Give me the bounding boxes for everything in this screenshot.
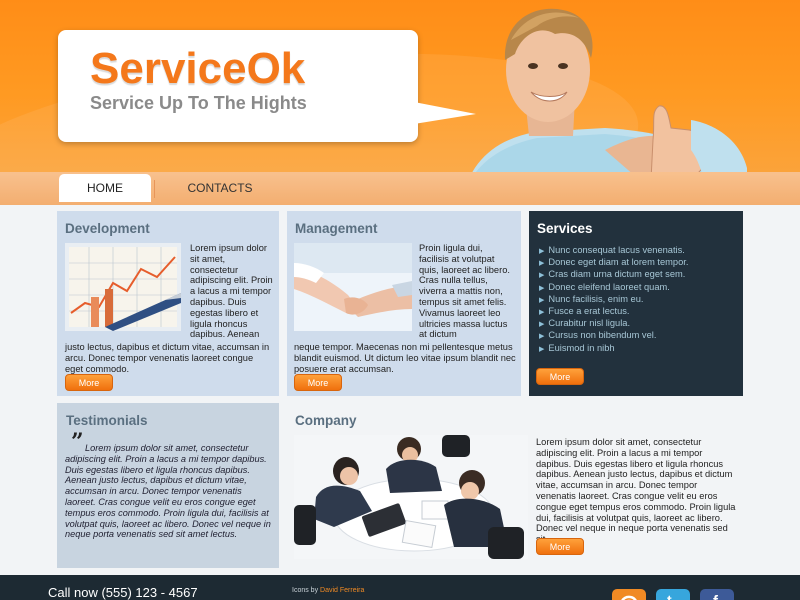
logo-bubble: ServiceOk Service Up To The Hights (58, 30, 476, 142)
company-panel: Company Lorem ipsum dolor sit amet, cons… (287, 403, 743, 568)
arrow-right-icon: ▶ (539, 272, 545, 280)
development-title: Development (65, 221, 150, 236)
services-title: Services (537, 221, 593, 236)
services-list-item[interactable]: ▶ Nunc consequat lacus venenatis. (539, 245, 688, 257)
management-title: Management (295, 221, 378, 236)
services-list-item[interactable]: ▶ Curabitur nisl ligula. (539, 318, 688, 330)
testimonial-text: Lorem ipsum dolor sit amet, consectetur … (65, 443, 271, 540)
business-meeting-image (294, 435, 528, 559)
company-more-button[interactable]: More (536, 538, 584, 555)
testimonials-title: Testimonials (66, 413, 148, 428)
svg-text:t: t (667, 592, 672, 600)
handshake-image (294, 243, 412, 331)
arrow-right-icon: ▶ (539, 248, 545, 255)
testimonials-panel: Testimonials ” Lorem ipsum dolor sit ame… (57, 403, 279, 568)
arrow-right-icon: ▶ (539, 345, 545, 353)
arrow-right-icon: ▶ (539, 296, 545, 304)
facebook-icon[interactable]: f (700, 589, 734, 600)
services-list-item[interactable]: ▶ Donec eget diam at lorem tempor. (539, 257, 688, 269)
icons-author-link[interactable]: David Ferreira (320, 587, 364, 594)
top-nav: HOME CONTACTS (0, 172, 800, 205)
footer-phone: Call now (555) 123 - 4567 (48, 585, 198, 600)
chart-pen-image (65, 243, 181, 331)
footer: Call now (555) 123 - 4567 Icons by David… (0, 575, 800, 600)
development-text-side: Lorem ipsum dolor sit amet, consectetur … (190, 243, 273, 340)
management-text-full: neque tempor. Maecenas non mi pellentesq… (294, 342, 516, 374)
nav-home-tab[interactable]: HOME (59, 174, 151, 202)
company-text: Lorem ipsum dolor sit amet, consectetur … (536, 437, 736, 544)
services-list: ▶ Nunc consequat lacus venenatis. ▶ Donec … (539, 245, 688, 355)
company-title: Company (295, 413, 357, 428)
management-panel: Management Proin ligula dui, facilisis a… (287, 211, 521, 396)
arrow-right-icon: ▶ (539, 321, 545, 329)
nav-contacts-tab[interactable]: CONTACTS (172, 174, 268, 202)
development-more-button[interactable]: More (65, 374, 113, 391)
services-panel: Services ▶ Nunc consequat lacus venenatis… (529, 211, 743, 396)
services-more-button[interactable]: More (536, 368, 584, 385)
twitter-icon[interactable]: t (656, 589, 690, 600)
arrow-right-icon: ▶ (539, 333, 545, 341)
management-text-side: Proin ligula dui, facilisis at volutpat … (419, 243, 510, 340)
services-list-item[interactable]: ▶ Donec eleifend laoreet quam. (539, 282, 688, 294)
services-list-item[interactable]: ▶ Euismod in nibh (539, 343, 688, 355)
services-list-item[interactable]: ▶ Cursus non bibendum vel. (539, 330, 688, 342)
management-more-button[interactable]: More (294, 374, 342, 391)
arrow-right-icon: ▶ (539, 260, 545, 268)
logo-title[interactable]: ServiceOk (90, 44, 305, 94)
footer-credit: Icons by David Ferreira (292, 587, 365, 594)
services-list-item[interactable]: ▶ Nunc facilisis, enim eu. (539, 294, 688, 306)
services-list-item[interactable]: ▶ Fusce a erat lectus. (539, 306, 688, 318)
logo-tagline: Service Up To The Hights (90, 93, 307, 113)
arrow-right-icon: ▶ (539, 309, 545, 317)
rss-icon[interactable] (612, 589, 646, 600)
nav-divider (154, 180, 155, 198)
development-text-full: justo lectus, dapibus et dictum vitae, a… (65, 342, 270, 374)
development-panel: Development Lorem ipsum dolor sit amet, … (57, 211, 279, 396)
services-list-item[interactable]: ▶ Cras diam urna dictum eget sem. (539, 269, 688, 281)
svg-text:f: f (713, 593, 719, 600)
arrow-right-icon: ▶ (539, 284, 545, 292)
